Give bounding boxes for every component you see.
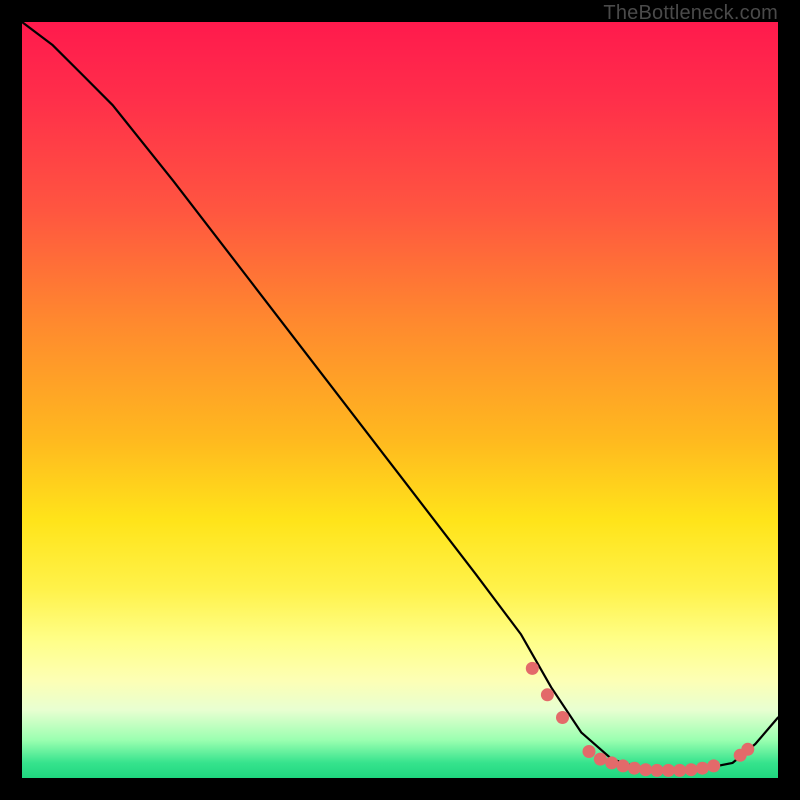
curve-markers — [526, 662, 755, 777]
curve-marker — [594, 753, 607, 766]
bottleneck-curve — [22, 22, 778, 770]
curve-marker — [639, 763, 652, 776]
curve-layer — [22, 22, 778, 778]
curve-marker — [696, 762, 709, 775]
curve-marker — [526, 662, 539, 675]
curve-marker — [605, 756, 618, 769]
curve-marker — [651, 764, 664, 777]
chart-frame: TheBottleneck.com — [0, 0, 800, 800]
curve-marker — [685, 763, 698, 776]
curve-marker — [662, 764, 675, 777]
watermark-text: TheBottleneck.com — [603, 2, 778, 25]
curve-marker — [541, 688, 554, 701]
curve-marker — [741, 743, 754, 756]
curve-marker — [628, 762, 641, 775]
curve-marker — [673, 764, 686, 777]
plot-area — [22, 22, 778, 778]
curve-marker — [707, 759, 720, 772]
curve-marker — [583, 745, 596, 758]
curve-marker — [617, 759, 630, 772]
curve-marker — [556, 711, 569, 724]
